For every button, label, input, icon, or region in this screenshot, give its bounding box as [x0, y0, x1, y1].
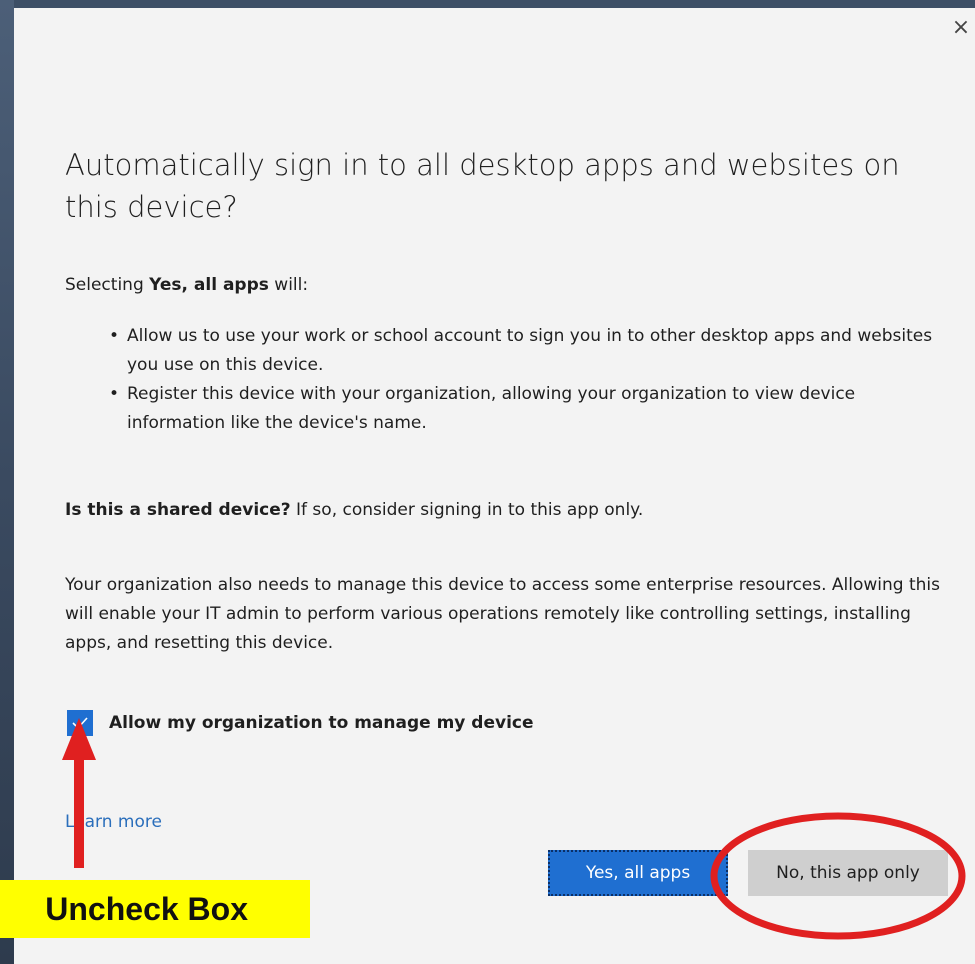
window-backdrop	[0, 0, 14, 964]
manage-device-checkbox-row[interactable]: Allow my organization to manage my devic…	[67, 710, 534, 736]
dialog-title: Automatically sign in to all desktop app…	[65, 148, 900, 224]
manage-device-checkbox[interactable]	[67, 710, 93, 736]
shared-device-text: Is this a shared device? If so, consider…	[65, 500, 643, 520]
close-button[interactable]: ×	[947, 14, 975, 42]
intro-text: Selecting Yes, all apps will:	[65, 275, 308, 295]
sign-in-dialog: × Automatically sign in to all desktop a…	[14, 8, 975, 964]
learn-more-link[interactable]: Learn more	[65, 812, 162, 832]
intro-suffix: will:	[268, 275, 309, 295]
consequence-list: Allow us to use your work or school acco…	[65, 322, 955, 438]
shared-device-bold: Is this a shared device?	[65, 500, 291, 520]
yes-all-apps-button[interactable]: Yes, all apps	[548, 850, 728, 896]
close-icon: ×	[951, 15, 971, 40]
intro-bold: Yes, all apps	[149, 275, 269, 295]
list-item: Allow us to use your work or school acco…	[65, 322, 955, 380]
manage-device-label: Allow my organization to manage my devic…	[109, 713, 534, 733]
intro-prefix: Selecting	[65, 275, 150, 295]
uncheck-box-callout: Uncheck Box	[0, 880, 310, 938]
checkmark-icon	[72, 717, 88, 730]
shared-device-rest: If so, consider signing in to this app o…	[290, 500, 644, 520]
no-this-app-only-button[interactable]: No, this app only	[748, 850, 948, 896]
organization-info: Your organization also needs to manage t…	[65, 575, 941, 653]
list-item: Register this device with your organizat…	[65, 380, 955, 438]
